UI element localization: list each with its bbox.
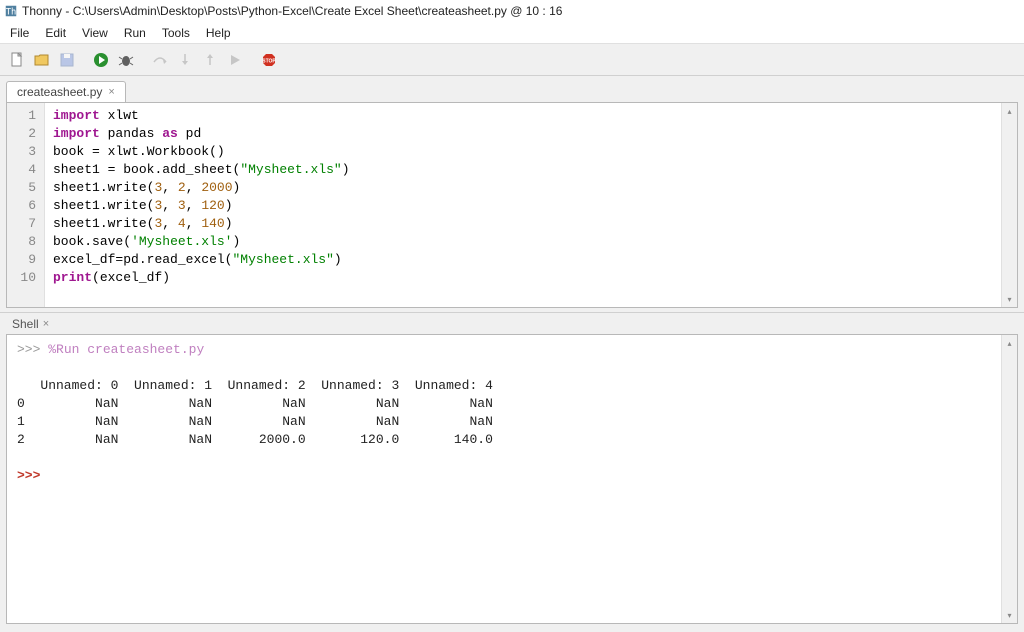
shell-output[interactable]: >>> %Run createasheet.py Unnamed: 0 Unna… (7, 335, 1001, 623)
stop-icon[interactable]: STOP (258, 49, 280, 71)
resume-icon[interactable] (224, 49, 246, 71)
menu-view[interactable]: View (74, 24, 116, 42)
close-icon[interactable]: × (43, 318, 49, 330)
editor-tab-label: createasheet.py (17, 85, 102, 99)
step-out-icon[interactable] (199, 49, 221, 71)
shell-tab[interactable]: Shell × (6, 315, 55, 333)
new-file-icon[interactable] (6, 49, 28, 71)
menu-file[interactable]: File (2, 24, 37, 42)
code-editor[interactable]: 12345678910 import xlwtimport pandas as … (6, 102, 1018, 308)
svg-text:Th: Th (6, 8, 17, 18)
save-icon[interactable] (56, 49, 78, 71)
step-into-icon[interactable] (174, 49, 196, 71)
menu-edit[interactable]: Edit (37, 24, 74, 42)
open-file-icon[interactable] (31, 49, 53, 71)
shell-tab-label: Shell (12, 317, 39, 331)
scroll-down-icon[interactable]: ▾ (1002, 607, 1017, 623)
menu-run[interactable]: Run (116, 24, 154, 42)
scroll-up-icon[interactable]: ▴ (1002, 335, 1017, 351)
scroll-up-icon[interactable]: ▴ (1002, 103, 1017, 119)
close-icon[interactable]: × (108, 86, 114, 98)
tab-createasheet[interactable]: createasheet.py × (6, 81, 126, 102)
code-text[interactable]: import xlwtimport pandas as pdbook = xlw… (45, 103, 1001, 307)
toolbar: STOP (0, 44, 1024, 76)
scroll-down-icon[interactable]: ▾ (1002, 291, 1017, 307)
menu-tools[interactable]: Tools (154, 24, 198, 42)
menu-help[interactable]: Help (198, 24, 239, 42)
shell-scrollbar[interactable]: ▴ ▾ (1001, 335, 1017, 623)
app-icon: Th (4, 4, 18, 18)
editor-tabs: createasheet.py × (0, 76, 1024, 102)
svg-text:STOP: STOP (262, 58, 276, 64)
titlebar: Th Thonny - C:\Users\Admin\Desktop\Posts… (0, 0, 1024, 22)
menubar: File Edit View Run Tools Help (0, 22, 1024, 44)
debug-icon[interactable] (115, 49, 137, 71)
shell-panel[interactable]: >>> %Run createasheet.py Unnamed: 0 Unna… (6, 334, 1018, 624)
shell-panel-header: Shell × (0, 312, 1024, 334)
step-over-icon[interactable] (149, 49, 171, 71)
editor-scrollbar[interactable]: ▴ ▾ (1001, 103, 1017, 307)
run-icon[interactable] (90, 49, 112, 71)
titlebar-text: Thonny - C:\Users\Admin\Desktop\Posts\Py… (22, 4, 562, 18)
line-gutter: 12345678910 (7, 103, 45, 307)
